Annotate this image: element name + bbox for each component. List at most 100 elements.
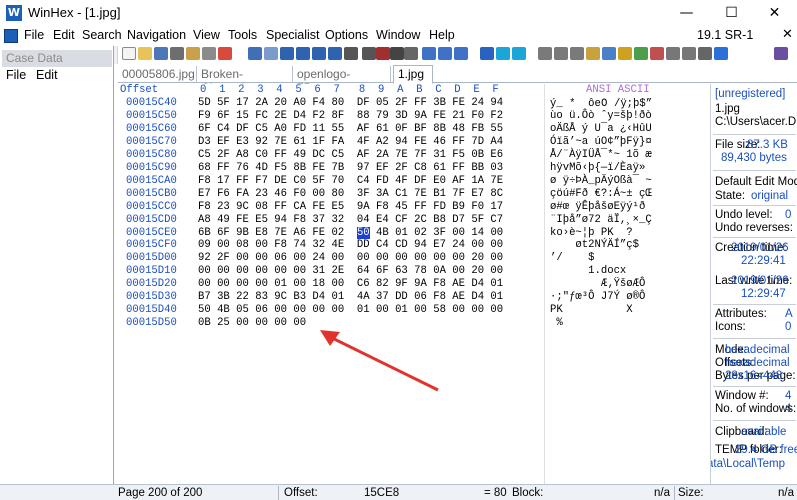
back-icon[interactable] [496,47,510,60]
hex-bytes-row[interactable]: 50 4B 05 06 00 00 00 00 01 00 01 00 58 0… [198,304,503,316]
binary-icon[interactable] [344,47,358,60]
options-icon[interactable] [202,47,216,60]
ansi-text-row[interactable]: PK X [550,304,652,316]
menu-options[interactable]: Options [325,28,368,42]
document-icon[interactable] [4,29,18,43]
row-offset[interactable]: 00015D30 [126,291,177,303]
tab-1-jpg[interactable]: 1.jpg [393,65,433,84]
paste-write-icon[interactable] [312,47,326,60]
hex-bytes-row[interactable]: E7 F6 FA 23 46 F0 00 80 3F 3A C1 7E B1 7… [198,188,503,200]
print-icon[interactable] [170,47,184,60]
row-offset[interactable]: 00015D10 [126,265,177,277]
forward-icon[interactable] [512,47,526,60]
ansi-text-row[interactable]: Óïã’~a úO¢”þFÿ}¤ [550,136,652,148]
ansi-text-row[interactable]: ø#œ ÿÊþåšøEÿý¹ð [550,201,652,213]
ansi-text-row[interactable]: ’/ $ [550,252,652,264]
hex-bytes-row[interactable]: F8 17 FF F7 DE C0 5F 70 C4 FD 4F DF E0 A… [198,175,503,187]
tab-openlogo-png[interactable]: openlogo-75.png [293,66,391,95]
document-close-icon[interactable]: ✕ [782,27,793,42]
help-icon[interactable] [714,47,728,60]
row-offset[interactable]: 00015C60 [126,123,177,135]
row-offset[interactable]: 00015CD0 [126,214,177,226]
fill-block-icon[interactable] [328,47,342,60]
open-folder-icon[interactable] [138,47,152,60]
save-icon[interactable] [154,47,168,60]
ansi-text-row[interactable]: çöú#Fð €?:Á~± çŒ [550,188,652,200]
row-offset[interactable]: 00015C80 [126,149,177,161]
disk-open-icon[interactable] [538,47,552,60]
row-offset[interactable]: 00015CE0 [126,227,177,239]
ansi-text-row[interactable]: ý_ * ôe߀ /ÿ;þ$” [550,97,652,110]
replace-hex-icon[interactable] [404,47,418,60]
row-offset[interactable]: 00015C90 [126,162,177,174]
menu-view[interactable]: View [193,28,220,42]
row-offset[interactable]: 00015D50 [126,317,177,329]
case-menu-file[interactable]: File [6,68,26,82]
row-offset[interactable]: 00015CB0 [126,188,177,200]
exit-icon[interactable] [218,47,232,60]
row-offset[interactable]: 00015CF0 [126,239,177,251]
copy-icon[interactable] [280,47,294,60]
find-hex-icon[interactable] [376,47,390,60]
close-button[interactable]: ✕ [752,0,797,26]
paste-icon[interactable] [296,47,310,60]
row-offset[interactable]: 00015D40 [126,304,177,316]
hex-bytes-row[interactable]: 68 FF 76 4D F5 8B FE 7B 97 EF 2F C8 61 F… [198,162,503,174]
row-offset[interactable]: 00015C40 [126,97,177,109]
case-icon[interactable] [698,47,712,60]
folder-icon[interactable] [586,47,600,60]
row-offset[interactable]: 00015CC0 [126,201,177,213]
find-text-icon[interactable] [362,47,376,60]
hex-bytes-row[interactable]: 00 00 00 00 00 00 31 2E 64 6F 63 78 0A 0… [198,265,503,277]
zoom-icon[interactable] [602,47,616,60]
row-offset[interactable]: 00015D20 [126,278,177,290]
hex-bytes-row[interactable]: C5 2F A8 C0 FF 49 DC C5 AF 2A 7E 7F 31 F… [198,149,503,161]
ansi-text-row[interactable]: hÿvMõ‹þ{—ï/Èaÿ» [550,162,652,174]
goto-sector-icon[interactable] [454,47,468,60]
undo-icon[interactable] [248,47,262,60]
selected-byte[interactable]: 50 [356,226,370,239]
hex-bytes-row[interactable]: A8 49 FE E5 94 F8 37 32 04 E4 CF 2C B8 D… [198,214,503,226]
hex-bytes-row[interactable]: 6F C4 DF C5 A0 FD 11 55 AF 61 0F BF 8B 4… [198,123,503,135]
ansi-text-row[interactable]: oÄßÅ ý U¯a ¿‹HûU [550,123,652,135]
tab-00005806-jpg[interactable]: 00005806.jpg [118,66,197,83]
ansi-text-row[interactable]: ùo ü.Ôò ˆy=šþ!ðò [550,110,652,122]
minimize-button[interactable]: — [664,0,709,26]
hex-bytes-row[interactable]: 6B 6F 9B E8 7E A6 FE 02 50 4B 01 02 3F 0… [198,226,503,239]
ansi-text-row[interactable]: % [550,317,588,329]
menu-window[interactable]: Window [376,28,420,42]
menu-navigation[interactable]: Navigation [127,28,186,42]
menu-specialist[interactable]: Specialist [266,28,320,42]
jump-forward-icon[interactable] [480,47,494,60]
disk-snapshot-icon[interactable] [570,47,584,60]
goto-page-icon[interactable] [438,47,452,60]
maximize-button[interactable]: ☐ [709,0,754,26]
winhex-app-icon[interactable]: W [6,5,22,21]
goto-offset-icon[interactable] [422,47,436,60]
row-offset[interactable]: 00015D00 [126,252,177,264]
row-offset[interactable]: 00015C50 [126,110,177,122]
hex-bytes-row[interactable]: 00 00 00 00 01 00 18 00 C6 82 9F 9A F8 A… [198,278,503,290]
ansi-text-row[interactable]: Å/¨ÀÿIÜÅ¯*~ 1õ æ [550,149,652,161]
menu-help[interactable]: Help [429,28,455,42]
menu-search[interactable]: Search [82,28,122,42]
row-offset[interactable]: 00015CA0 [126,175,177,187]
ansi-text-row[interactable]: ·;"ƒœ³Ô J7Ý ø®Ô [550,291,652,303]
hex-bytes-row[interactable]: D3 EF E3 92 7E 61 1F FA 4F A2 94 FE 46 F… [198,136,503,148]
ansi-text-row[interactable]: Æ‚ŸšøÆÔ [550,278,652,290]
hex-bytes-row[interactable]: 0B 25 00 00 00 00 [198,317,306,329]
hex-bytes-row[interactable]: B7 3B 22 83 9C B3 D4 01 4A 37 DD 06 F8 A… [198,291,503,303]
tab-broken-chest-zip[interactable]: Broken-Chest.zip [197,66,293,95]
ansi-text-row[interactable]: ø ÿ÷ÞÀ_pÄýOßà¯ ~ [550,175,652,187]
case-menu-edit[interactable]: Edit [36,68,58,82]
properties-icon[interactable] [186,47,200,60]
cut-icon[interactable] [264,47,278,60]
ram-open-icon[interactable] [554,47,568,60]
menu-edit[interactable]: Edit [53,28,75,42]
row-offset[interactable]: 00015C70 [126,136,177,148]
menu-tools[interactable]: Tools [228,28,257,42]
hash-icon[interactable] [682,47,696,60]
book-icon[interactable] [774,47,788,60]
replace-text-icon[interactable] [390,47,404,60]
hex-bytes-row[interactable]: 92 2F 00 00 06 00 24 00 00 00 00 00 00 0… [198,252,503,264]
